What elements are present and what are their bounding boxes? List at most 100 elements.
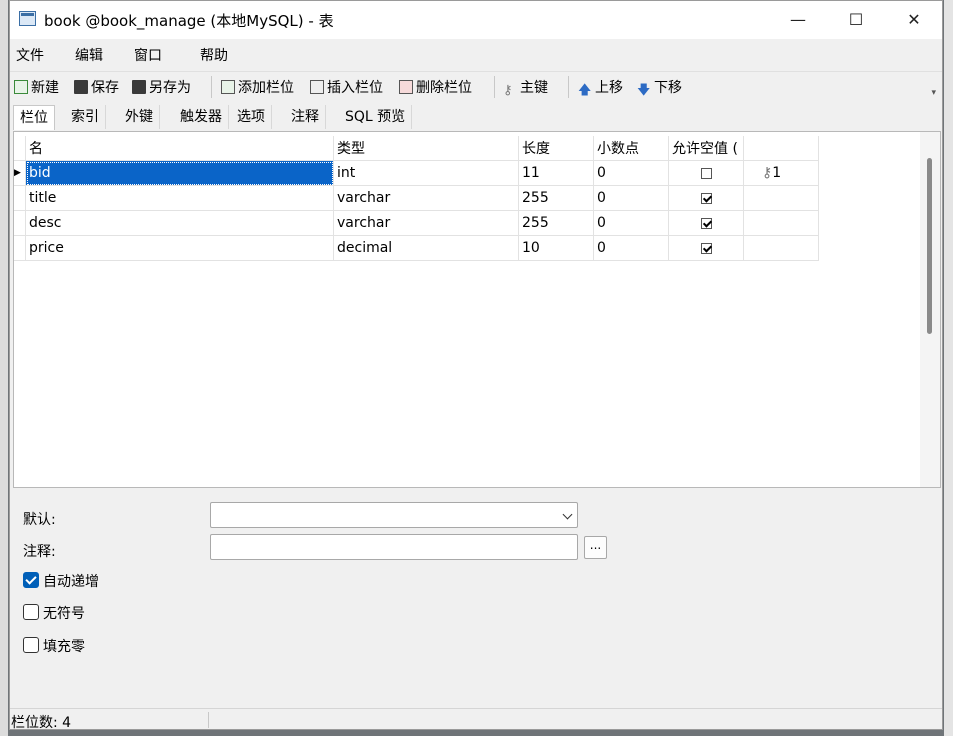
add-field-icon bbox=[221, 80, 235, 94]
row-indicator bbox=[14, 210, 26, 236]
nullable-checkbox[interactable] bbox=[700, 242, 712, 254]
comment-label: 注释: bbox=[23, 544, 56, 560]
field-name-cell[interactable]: desc bbox=[25, 210, 334, 236]
move-up-label: 上移 bbox=[595, 80, 623, 96]
add-field-label: 添加栏位 bbox=[238, 80, 294, 96]
tab-options[interactable]: 选项 bbox=[231, 105, 272, 129]
column-header-nullable[interactable]: 允许空值 ( bbox=[668, 136, 744, 161]
field-name-cell[interactable]: price bbox=[25, 235, 334, 261]
column-header-type[interactable]: 类型 bbox=[333, 136, 519, 161]
nullable-cell[interactable] bbox=[668, 185, 744, 211]
nullable-checkbox[interactable] bbox=[700, 217, 712, 229]
maximize-button[interactable]: ☐ bbox=[828, 1, 884, 39]
comment-input[interactable] bbox=[210, 534, 578, 560]
field-name-cell[interactable]: title bbox=[25, 185, 334, 211]
nullable-cell[interactable] bbox=[668, 235, 744, 261]
nullable-cell[interactable] bbox=[668, 160, 744, 186]
nullable-checkbox[interactable] bbox=[700, 167, 712, 179]
comment-ellipsis-button[interactable]: ... bbox=[584, 536, 607, 559]
field-decimals-cell[interactable]: 0 bbox=[593, 235, 669, 261]
new-label: 新建 bbox=[31, 80, 59, 96]
field-decimals-cell[interactable]: 0 bbox=[593, 160, 669, 186]
close-button[interactable]: ✕ bbox=[886, 1, 942, 39]
grid-header-row: 名 类型 长度 小数点 允许空值 ( bbox=[14, 136, 819, 161]
table-row[interactable]: ▶ bid int 11 0 ⚷1 bbox=[14, 160, 819, 186]
nullable-checkbox[interactable] bbox=[700, 192, 712, 204]
zerofill-label: 填充零 bbox=[43, 639, 85, 655]
save-label: 保存 bbox=[91, 80, 119, 96]
current-row-indicator: ▶ bbox=[14, 160, 26, 186]
fields-grid: 名 类型 长度 小数点 允许空值 ( ▶ bid int 11 0 ⚷1 tit… bbox=[13, 131, 941, 488]
column-header-length[interactable]: 长度 bbox=[518, 136, 594, 161]
title-bar: book @book_manage (本地MySQL) - 表 — ☐ ✕ bbox=[10, 1, 942, 39]
save-icon bbox=[74, 80, 88, 94]
delete-field-button[interactable]: 删除栏位 bbox=[399, 78, 472, 98]
grid-vertical-scrollbar[interactable] bbox=[920, 132, 940, 487]
menu-edit[interactable]: 编辑 bbox=[75, 45, 103, 65]
chevron-down-icon bbox=[562, 509, 573, 520]
field-decimals-cell[interactable]: 0 bbox=[593, 210, 669, 236]
arrow-up-icon: 🡅 bbox=[578, 83, 592, 98]
primary-key-button[interactable]: ⚷ 主键 bbox=[503, 78, 548, 98]
key-icon: ⚷ bbox=[762, 165, 773, 181]
toolbar-overflow-icon[interactable]: ▾ bbox=[931, 88, 936, 98]
field-type-cell[interactable]: varchar bbox=[333, 210, 519, 236]
new-button[interactable]: 新建 bbox=[14, 78, 59, 98]
tab-triggers[interactable]: 触发器 bbox=[174, 105, 229, 129]
status-bar: 栏位数: 4 bbox=[10, 708, 942, 730]
arrow-down-icon: 🡇 bbox=[637, 83, 651, 98]
save-button[interactable]: 保存 bbox=[74, 78, 119, 98]
scrollbar-thumb[interactable] bbox=[927, 158, 932, 334]
key-order: 1 bbox=[772, 165, 782, 181]
field-type-cell[interactable]: decimal bbox=[333, 235, 519, 261]
tab-indexes[interactable]: 索引 bbox=[65, 105, 106, 129]
key-cell bbox=[743, 210, 819, 236]
table-row[interactable]: desc varchar 255 0 bbox=[14, 210, 819, 236]
add-field-button[interactable]: 添加栏位 bbox=[221, 78, 294, 98]
auto-increment-label: 自动递增 bbox=[43, 574, 99, 590]
field-length-cell[interactable]: 255 bbox=[518, 210, 594, 236]
menu-help[interactable]: 帮助 bbox=[200, 45, 228, 65]
menu-window[interactable]: 窗口 bbox=[134, 45, 162, 65]
column-header-name[interactable]: 名 bbox=[25, 136, 334, 161]
tab-foreign-keys[interactable]: 外键 bbox=[119, 105, 160, 129]
default-select[interactable] bbox=[210, 502, 578, 528]
tab-fields[interactable]: 栏位 bbox=[13, 105, 55, 130]
column-header-decimals[interactable]: 小数点 bbox=[593, 136, 669, 161]
table-row[interactable]: price decimal 10 0 bbox=[14, 235, 819, 261]
column-header-key[interactable] bbox=[743, 136, 819, 161]
move-up-button[interactable]: 🡅 上移 bbox=[578, 78, 623, 98]
table-designer-window: book @book_manage (本地MySQL) - 表 — ☐ ✕ 文件… bbox=[9, 0, 943, 730]
table-icon bbox=[19, 11, 36, 26]
field-length-cell[interactable]: 11 bbox=[518, 160, 594, 186]
tab-sql-preview[interactable]: SQL 预览 bbox=[339, 105, 413, 129]
insert-field-label: 插入栏位 bbox=[327, 80, 383, 96]
unsigned-checkbox[interactable] bbox=[23, 604, 39, 620]
status-divider bbox=[208, 712, 209, 728]
window-title: book @book_manage (本地MySQL) - 表 bbox=[44, 12, 334, 30]
background-window-edge-right bbox=[944, 0, 953, 736]
delete-field-icon bbox=[399, 80, 413, 94]
insert-field-button[interactable]: 插入栏位 bbox=[310, 78, 383, 98]
background-window-edge bbox=[0, 0, 8, 736]
table-row[interactable]: title varchar 255 0 bbox=[14, 185, 819, 211]
field-decimals-cell[interactable]: 0 bbox=[593, 185, 669, 211]
move-down-button[interactable]: 🡇 下移 bbox=[637, 78, 682, 98]
menu-file[interactable]: 文件 bbox=[16, 45, 44, 65]
menu-bar: 文件 编辑 窗口 帮助 bbox=[10, 41, 942, 67]
field-name-cell[interactable]: bid bbox=[25, 160, 334, 186]
zerofill-checkbox[interactable] bbox=[23, 637, 39, 653]
tab-comment[interactable]: 注释 bbox=[285, 105, 326, 129]
minimize-button[interactable]: — bbox=[770, 1, 826, 39]
auto-increment-checkbox[interactable] bbox=[23, 572, 39, 588]
tab-bar: 栏位 索引 外键 触发器 选项 注释 SQL 预览 bbox=[10, 105, 942, 131]
field-type-cell[interactable]: varchar bbox=[333, 185, 519, 211]
field-length-cell[interactable]: 255 bbox=[518, 185, 594, 211]
save-as-button[interactable]: 另存为 bbox=[132, 78, 191, 98]
nullable-cell[interactable] bbox=[668, 210, 744, 236]
save-as-label: 另存为 bbox=[149, 80, 191, 96]
field-length-cell[interactable]: 10 bbox=[518, 235, 594, 261]
field-type-cell[interactable]: int bbox=[333, 160, 519, 186]
field-count-status: 栏位数: 4 bbox=[11, 715, 72, 730]
key-cell: ⚷1 bbox=[743, 160, 819, 186]
